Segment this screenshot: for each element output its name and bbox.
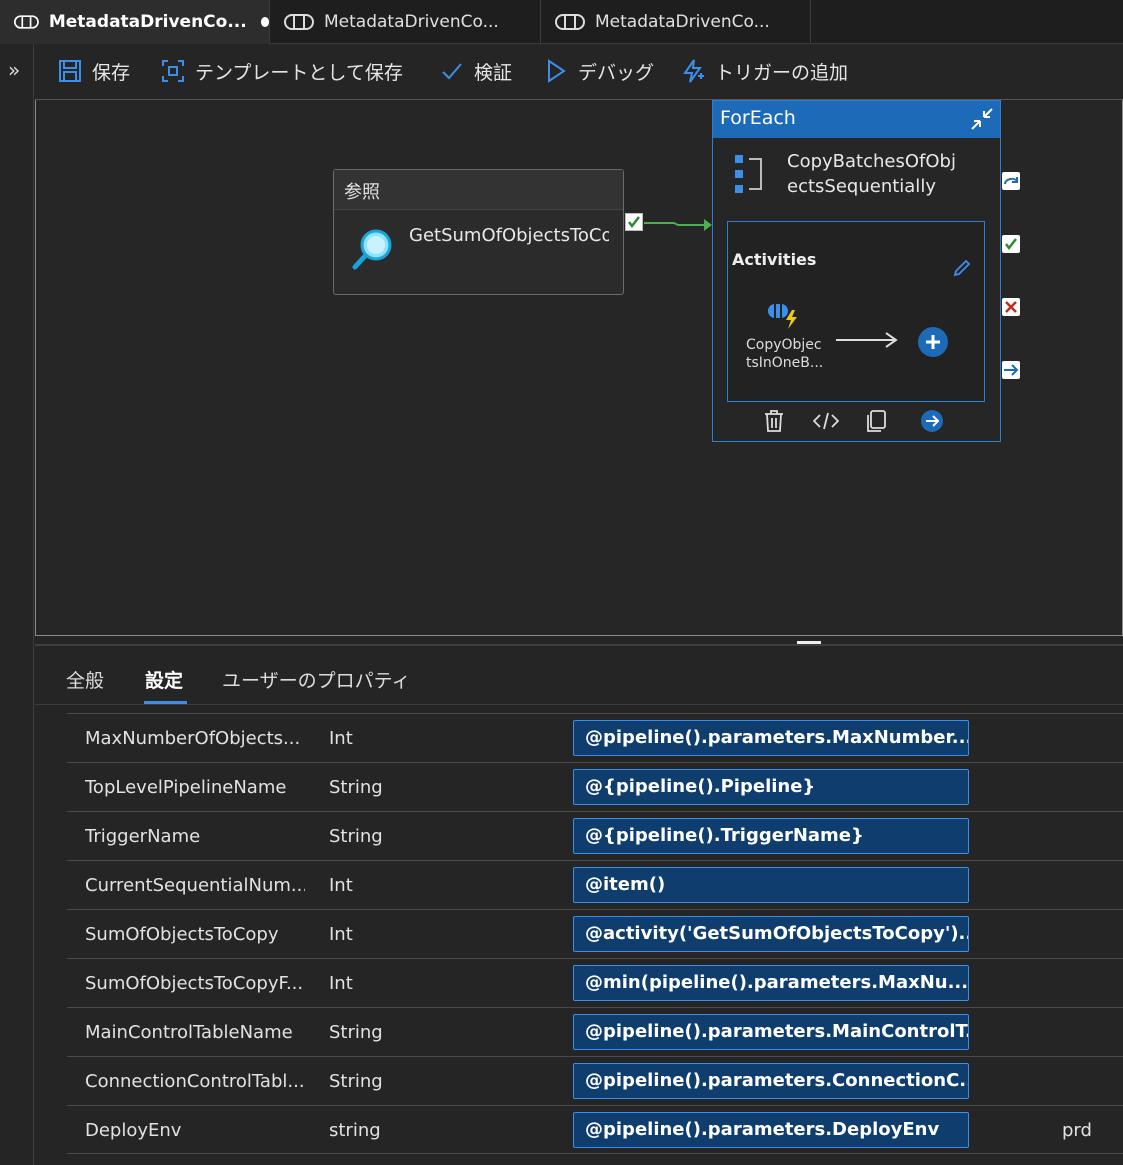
tab-pipeline-1[interactable]: MetadataDrivenCo...: [0, 0, 270, 44]
activities-label: Activities: [732, 250, 817, 269]
panel-splitter[interactable]: [35, 636, 1123, 646]
go-to-activity-icon[interactable]: [920, 409, 944, 433]
validate-button[interactable]: 検証: [440, 56, 512, 86]
pipeline-icon: [14, 15, 39, 29]
parameter-row: CurrentSequentialNum... Int @item(): [67, 860, 1123, 909]
template-icon: [162, 60, 184, 82]
expand-chevron-icon[interactable]: »: [8, 58, 20, 82]
tab-label: MetadataDrivenCo...: [595, 12, 770, 32]
foreach-header: ForEach: [713, 101, 1000, 138]
pipeline-canvas[interactable]: 参照 GetSumOfObjectsToCopy ForEach CopyBat…: [35, 100, 1123, 636]
debug-button[interactable]: デバッグ: [544, 56, 654, 86]
delete-trash-icon[interactable]: [763, 409, 785, 433]
success-output-checkbox[interactable]: [625, 213, 643, 231]
foreach-activity[interactable]: ForEach CopyBatchesOfObj ectsSequentiall…: [712, 100, 1001, 442]
activity-type-label: 参照: [334, 170, 623, 210]
play-icon: [548, 59, 566, 83]
tab-general[interactable]: 全般: [66, 666, 104, 693]
parameter-name: SumOfObjectsToCopyF...: [85, 973, 304, 994]
parameter-name: MainControlTableName: [85, 1022, 293, 1043]
properties-panel: 全般 設定 ユーザーのプロパティ MaxNumberOfObjects... I…: [35, 646, 1123, 1165]
completion-output-icon[interactable]: [1002, 361, 1020, 379]
parameter-value-field[interactable]: @min(pipeline().parameters.MaxNu...: [573, 965, 969, 1001]
tab-pipeline-3[interactable]: MetadataDrivenCo...: [541, 0, 811, 44]
parameter-row: TriggerName String @{pipeline().TriggerN…: [67, 811, 1123, 860]
skip-output-icon[interactable]: [1002, 172, 1020, 190]
collapse-icon[interactable]: [970, 107, 994, 131]
parameter-name: CurrentSequentialNum...: [85, 875, 305, 896]
checkmark-icon: [442, 63, 462, 80]
lookup-activity[interactable]: 参照 GetSumOfObjectsToCopy: [333, 169, 624, 295]
activity-name: GetSumOfObjectsToCopy: [409, 225, 609, 246]
pipeline-icon: [284, 14, 314, 30]
lookup-magnifier-icon: [352, 229, 392, 270]
parameter-type: Int: [329, 728, 353, 749]
parameter-value-field[interactable]: @pipeline().parameters.DeployEnv: [573, 1112, 969, 1148]
parameter-type: String: [329, 777, 383, 798]
parameter-value-field[interactable]: @item(): [573, 867, 969, 903]
edit-pencil-icon[interactable]: [952, 258, 972, 278]
parameter-row: MainControlTableName String @pipeline().…: [67, 1007, 1123, 1056]
clone-icon[interactable]: [865, 409, 887, 433]
parameter-row: SumOfObjectsToCopyF... Int @min(pipeline…: [67, 958, 1123, 1007]
success-output-icon[interactable]: [1002, 235, 1020, 253]
save-as-template-button[interactable]: テンプレートとして保存: [161, 56, 403, 86]
parameter-row: SumOfObjectsToCopy Int @activity('GetSum…: [67, 909, 1123, 958]
parameter-row: MaxNumberOfObjects... Int @pipeline().pa…: [67, 713, 1123, 762]
activity-name: CopyBatchesOfObj ectsSequentially: [787, 151, 956, 197]
child-activity-name[interactable]: CopyObjec tsInOneB...: [746, 336, 826, 372]
parameter-row: TopLevelPipelineName String @{pipeline()…: [67, 762, 1123, 811]
save-button[interactable]: 保存: [58, 56, 130, 86]
parameter-type: Int: [329, 875, 353, 896]
tab-pipeline-2[interactable]: MetadataDrivenCo...: [270, 0, 541, 44]
parameter-default-value: prd: [1062, 1120, 1092, 1141]
parameter-type: string: [329, 1120, 381, 1141]
splitter-grip[interactable]: [797, 641, 821, 644]
parameter-name: DeployEnv: [85, 1120, 182, 1141]
failure-output-icon[interactable]: [1002, 298, 1020, 316]
foreach-loop-icon: [735, 155, 762, 193]
pipeline-icon: [555, 14, 585, 30]
foreach-activities-container: Activities CopyObjec tsInOneB...: [727, 221, 985, 402]
code-icon[interactable]: [813, 411, 839, 431]
parameter-name: MaxNumberOfObjects...: [85, 728, 301, 749]
execute-pipeline-icon: [768, 304, 797, 329]
parameter-value-field[interactable]: @{pipeline().TriggerName}: [573, 818, 969, 854]
activity-type-label: ForEach: [720, 107, 796, 129]
parameter-value-field[interactable]: @pipeline().parameters.ConnectionC...: [573, 1063, 969, 1099]
parameter-type: String: [329, 1071, 383, 1092]
parameter-value-field[interactable]: @{pipeline().Pipeline}: [573, 769, 969, 805]
checkmark-icon: [628, 216, 640, 229]
left-collapsed-pane: »: [0, 44, 34, 1165]
tab-label: MetadataDrivenCo...: [324, 12, 499, 32]
add-trigger-button[interactable]: トリガーの追加: [681, 56, 848, 86]
flow-arrow-icon: [836, 332, 898, 348]
activity-actions: [713, 407, 1002, 437]
parameter-row: DeployEnv string @pipeline().parameters.…: [67, 1105, 1123, 1154]
parameter-type: String: [329, 826, 383, 847]
parameter-name: TopLevelPipelineName: [85, 777, 287, 798]
parameter-value-field[interactable]: @pipeline().parameters.MainControlT...: [573, 1014, 969, 1050]
parameter-name: SumOfObjectsToCopy: [85, 924, 279, 945]
lightning-icon: [683, 59, 704, 83]
tab-bar: MetadataDrivenCo... MetadataDrivenCo... …: [0, 0, 1123, 44]
success-connector-arrow: [644, 219, 712, 231]
parameter-type: Int: [329, 973, 353, 994]
tab-label: MetadataDrivenCo...: [48, 12, 247, 32]
panel-divider: [35, 704, 1123, 705]
tab-settings[interactable]: 設定: [145, 666, 183, 693]
pipeline-toolbar: 保存 テンプレートとして保存 検証 デバッグ トリガーの追加: [35, 44, 1123, 100]
tab-user-properties[interactable]: ユーザーのプロパティ: [222, 666, 410, 693]
parameter-name: ConnectionControlTabl...: [85, 1071, 305, 1092]
parameter-name: TriggerName: [85, 826, 201, 847]
unsaved-dot-icon: [260, 17, 269, 27]
parameter-type: String: [329, 1022, 383, 1043]
parameter-row: ConnectionControlTabl... String @pipelin…: [67, 1056, 1123, 1105]
parameter-type: Int: [329, 924, 353, 945]
parameter-value-field[interactable]: @activity('GetSumOfObjectsToCopy')...: [573, 916, 969, 952]
add-activity-icon[interactable]: [917, 326, 949, 358]
save-icon: [59, 60, 81, 82]
parameter-value-field[interactable]: @pipeline().parameters.MaxNumber...: [573, 720, 969, 756]
